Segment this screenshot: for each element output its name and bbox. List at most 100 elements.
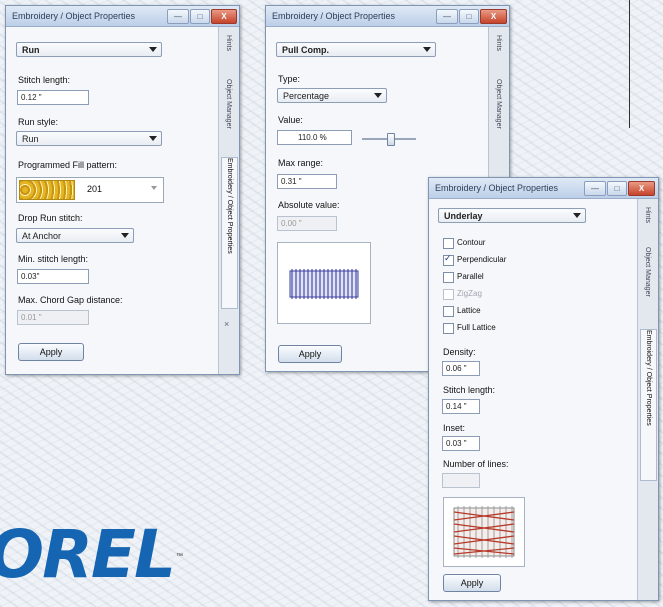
apply-button[interactable]: Apply [18,343,84,361]
properties-panel: Run Stitch length: 0.12 " Run style: Run… [6,27,218,374]
checkbox-box[interactable] [443,253,454,266]
minimize-button[interactable]: — [436,9,458,24]
maximize-button[interactable]: □ [607,181,627,196]
contour-checkbox[interactable]: Contour [443,238,533,250]
title-bar[interactable]: Embroidery / Object Properties — □ X [266,6,509,27]
density-label: Density: [443,347,476,357]
inset-label: Inset: [443,423,466,433]
divider-line [629,0,630,128]
corel-logo: OREL [0,516,176,593]
checkbox-label: Contour [457,238,486,247]
apply-button[interactable]: Apply [278,345,342,363]
tab-object-manager[interactable]: Object Manager [640,247,655,323]
field-value: 0.00 " [281,219,302,228]
select-value: At Anchor [22,231,62,241]
checkbox-box[interactable] [443,323,454,334]
value-field[interactable]: 110.0 % [277,130,352,145]
dropdown-arrow-icon [121,233,129,238]
density-field[interactable]: 0.06 " [442,361,480,376]
run-style-select[interactable]: Run [16,131,162,146]
stitch-length-field[interactable]: 0.12 " [17,90,89,105]
stitch-type-select[interactable]: Run [16,42,162,57]
max-range-label: Max range: [278,158,324,168]
max-range-field[interactable]: 0.31 " [277,174,337,189]
maximize-button[interactable]: □ [459,9,479,24]
window-title: Embroidery / Object Properties [435,183,559,193]
fill-pattern-swatch [19,180,75,200]
dropdown-arrow-icon [151,186,157,190]
dropdown-arrow-icon [423,47,431,52]
select-value: Run [22,45,40,55]
inset-field[interactable]: 0.03 " [442,436,480,451]
number-of-lines-field[interactable] [442,473,480,488]
stitch-length-label: Stitch length: [443,385,496,395]
checkbox-box[interactable] [443,306,454,317]
property-type-select[interactable]: Underlay [438,208,586,223]
underlay-properties-window: Embroidery / Object Properties — □ X Und… [428,177,659,601]
checkbox-box[interactable] [443,289,454,300]
select-value: Run [22,134,39,144]
checkbox-label: Full Lattice [457,323,496,332]
dropdown-arrow-icon [149,47,157,52]
close-docker-icon[interactable]: × [224,319,229,329]
trademark-symbol: ™ [176,553,183,560]
tab-embroidery-properties[interactable]: Embroidery / Object Properties [221,157,238,309]
pull-comp-type-select[interactable]: Percentage [277,88,387,103]
checkbox-label: ZigZag [457,289,482,298]
drop-run-label: Drop Run stitch: [18,213,83,223]
value-label: Value: [278,115,303,125]
close-button[interactable]: X [628,181,655,196]
fill-pattern-label: Programmed Fill pattern: [18,160,118,170]
apply-button[interactable]: Apply [443,574,501,592]
tab-hints[interactable]: Hints [640,207,655,241]
min-stitch-label: Min. stitch length: [18,254,89,264]
minimize-button[interactable]: — [167,9,189,24]
field-value: 110.0 % [298,133,327,142]
checkbox-box[interactable] [443,272,454,283]
docker-tabs: Hints Object Manager Embroidery / Object… [218,27,239,374]
select-value: Percentage [283,91,330,101]
window-title: Embroidery / Object Properties [272,11,396,21]
checkbox-label: Lattice [457,306,481,315]
maximize-button[interactable]: □ [190,9,210,24]
close-button[interactable]: X [211,9,237,24]
field-value: 0.03" [21,272,40,281]
slider-thumb[interactable] [387,133,395,146]
perpendicular-checkbox[interactable]: Perpendicular [443,253,533,267]
tab-hints[interactable]: Hints [491,35,506,73]
title-bar[interactable]: Embroidery / Object Properties — □ X [6,6,239,27]
zigzag-checkbox[interactable]: ZigZag [443,289,533,301]
close-button[interactable]: X [480,9,507,24]
property-type-select[interactable]: Pull Comp. [276,42,436,57]
checkbox-label: Parallel [457,272,484,281]
full-lattice-checkbox[interactable]: Full Lattice [443,323,533,335]
value-slider[interactable] [362,133,416,146]
run-properties-window: Embroidery / Object Properties — □ X Run… [5,5,240,375]
absolute-value-label: Absolute value: [278,200,340,210]
tab-object-manager[interactable]: Object Manager [491,79,506,169]
fill-pattern-number: 201 [87,184,103,194]
field-value: 0.31 " [281,177,302,186]
preview-stitch-graphic [289,269,359,299]
select-value: Pull Comp. [282,45,329,55]
stitch-length-field[interactable]: 0.14 " [442,399,480,414]
fill-pattern-select[interactable]: 201 [16,177,164,203]
title-bar[interactable]: Embroidery / Object Properties — □ X [429,178,658,199]
parallel-checkbox[interactable]: Parallel [443,272,533,284]
tab-hints[interactable]: Hints [221,35,236,73]
run-style-label: Run style: [18,117,59,127]
minimize-button[interactable]: — [584,181,606,196]
lattice-checkbox[interactable]: Lattice [443,306,533,318]
dropdown-arrow-icon [573,213,581,218]
tab-embroidery-properties[interactable]: Embroidery / Object Properties [640,329,657,481]
absolute-value-field[interactable]: 0.00 " [277,216,337,231]
field-value: 0.12 " [21,93,42,102]
stitch-length-label: Stitch length: [18,75,71,85]
checkbox-box[interactable] [443,238,454,249]
min-stitch-field[interactable]: 0.03" [17,269,89,284]
window-title: Embroidery / Object Properties [12,11,136,21]
tab-object-manager[interactable]: Object Manager [221,79,236,151]
max-chord-field[interactable]: 0.01 " [17,310,89,325]
drop-run-select[interactable]: At Anchor [16,228,134,243]
type-label: Type: [278,74,301,84]
